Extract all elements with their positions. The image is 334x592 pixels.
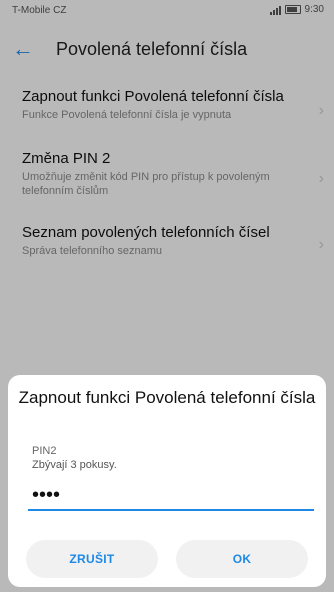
dialog-title: Zapnout funkci Povolená telefonní čísla [18, 388, 316, 407]
pin2-field-label: PIN2 [32, 445, 57, 457]
pin2-input[interactable] [28, 481, 314, 511]
cancel-button[interactable]: ZRUŠIT [26, 540, 158, 578]
pin2-dialog: Zapnout funkci Povolená telefonní čísla … [8, 375, 326, 587]
attempts-remaining-text: Zbývají 3 pokusy. [32, 459, 117, 471]
ok-button[interactable]: OK [176, 540, 308, 578]
screen: T-Mobile CZ 9:30 ← Povolená telefonní čí… [0, 0, 334, 592]
